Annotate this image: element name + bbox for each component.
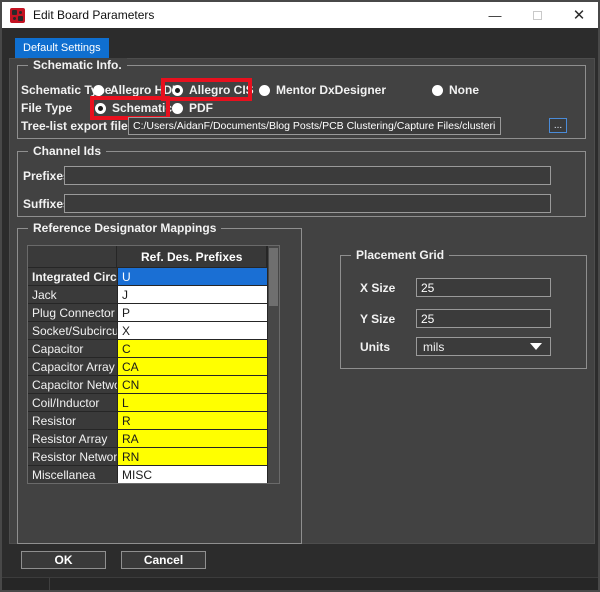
- tree-list-export-label: Tree-list export file: [21, 119, 128, 133]
- table-row[interactable]: Jack J: [28, 286, 279, 303]
- table-header-row: Ref. Des. Prefixes: [28, 246, 279, 267]
- prefix-cell[interactable]: RA: [118, 430, 268, 447]
- table-row[interactable]: Integrated Circ U: [28, 268, 279, 285]
- table-row[interactable]: Capacitor C: [28, 340, 279, 357]
- prefix-cell[interactable]: X: [118, 322, 268, 339]
- row-header[interactable]: Capacitor Netwo: [28, 376, 118, 393]
- row-header[interactable]: Resistor: [28, 412, 118, 429]
- schematic-info-group: Schematic Info. Schematic Type Allegro H…: [17, 58, 586, 139]
- file-type-label: File Type: [21, 101, 73, 115]
- window-title: Edit Board Parameters: [33, 8, 155, 22]
- x-size-label: X Size: [360, 281, 396, 295]
- tab-default-settings[interactable]: Default Settings: [15, 38, 109, 58]
- browse-button[interactable]: ...: [549, 118, 567, 133]
- prefix-cell[interactable]: L: [118, 394, 268, 411]
- radio-unselected-icon[interactable]: [432, 84, 443, 96]
- prefix-cell[interactable]: CN: [118, 376, 268, 393]
- ref-des-mappings-group: Reference Designator Mappings Ref. Des. …: [17, 221, 302, 544]
- table-row[interactable]: Resistor R: [28, 412, 279, 429]
- radio-unselected-icon[interactable]: [172, 102, 183, 114]
- row-header[interactable]: Jack: [28, 286, 118, 303]
- prefix-cell[interactable]: P: [118, 304, 268, 321]
- radio-label: Allegro HDL: [110, 83, 180, 97]
- radio-label: None: [449, 83, 479, 97]
- chevron-down-icon: [530, 343, 542, 350]
- radio-pdf[interactable]: PDF: [172, 101, 213, 115]
- radio-label: Schematic: [112, 101, 173, 115]
- channel-ids-group: Channel Ids Prefixes Suffixes: [17, 144, 586, 217]
- table-row[interactable]: Capacitor Array CA: [28, 358, 279, 375]
- row-header[interactable]: Coil/Inductor: [28, 394, 118, 411]
- radio-allegro-hdl[interactable]: Allegro HDL: [93, 83, 179, 97]
- prefix-cell[interactable]: C: [118, 340, 268, 357]
- close-icon[interactable]: ✕: [564, 2, 594, 28]
- table-corner-cell: [28, 246, 118, 267]
- row-header[interactable]: Capacitor Array: [28, 358, 118, 375]
- radio-schematic[interactable]: Schematic: [95, 101, 172, 115]
- ref-des-mappings-title: Reference Designator Mappings: [28, 221, 222, 235]
- default-settings-pane: Schematic Info. Schematic Type Allegro H…: [9, 58, 595, 544]
- minimize-icon[interactable]: —: [480, 2, 510, 28]
- ref-des-table: Ref. Des. Prefixes Integrated Circ U Jack J…: [27, 245, 280, 484]
- radio-label: Allegro CIS: [189, 83, 254, 97]
- maximize-icon: [522, 2, 552, 28]
- prefix-cell[interactable]: CA: [118, 358, 268, 375]
- table-row[interactable]: Capacitor Netwo CN: [28, 376, 279, 393]
- row-header[interactable]: Resistor Networ: [28, 448, 118, 465]
- tree-list-export-input[interactable]: [128, 117, 501, 135]
- row-header[interactable]: Integrated Circ: [28, 268, 118, 285]
- radio-selected-icon[interactable]: [95, 102, 106, 114]
- suffixes-input[interactable]: [64, 194, 551, 213]
- units-selected-value: mils: [423, 339, 445, 354]
- row-header[interactable]: Resistor Array: [28, 430, 118, 447]
- column-header[interactable]: Ref. Des. Prefixes: [117, 246, 267, 267]
- cancel-button[interactable]: Cancel: [121, 551, 206, 569]
- table-row[interactable]: Socket/Subcircu X: [28, 322, 279, 339]
- prefixes-label: Prefixes: [23, 169, 70, 183]
- channel-ids-title: Channel Ids: [28, 144, 107, 158]
- radio-selected-icon[interactable]: [172, 84, 183, 96]
- units-label: Units: [360, 340, 390, 354]
- radio-unselected-icon[interactable]: [93, 84, 104, 96]
- placement-grid-title: Placement Grid: [351, 248, 450, 262]
- schematic-info-title: Schematic Info.: [28, 58, 127, 72]
- radio-mentor-dxdesigner[interactable]: Mentor DxDesigner: [259, 83, 386, 97]
- prefix-cell[interactable]: R: [118, 412, 268, 429]
- prefix-cell[interactable]: MISC: [118, 466, 268, 483]
- y-size-label: Y Size: [360, 312, 396, 326]
- prefix-cell[interactable]: U: [118, 268, 268, 285]
- units-dropdown[interactable]: mils: [416, 337, 551, 356]
- row-header[interactable]: Capacitor: [28, 340, 118, 357]
- x-size-input[interactable]: [416, 278, 551, 297]
- table-row[interactable]: Resistor Networ RN: [28, 448, 279, 465]
- radio-none[interactable]: None: [432, 83, 479, 97]
- radio-label: Mentor DxDesigner: [276, 83, 387, 97]
- row-header[interactable]: Miscellanea: [28, 466, 118, 483]
- table-body: Integrated Circ U Jack J Plug Connector P Sock…: [28, 268, 279, 483]
- prefix-cell[interactable]: RN: [118, 448, 268, 465]
- status-strip-divider: [49, 578, 50, 590]
- radio-label: PDF: [189, 101, 213, 115]
- table-row[interactable]: Resistor Array RA: [28, 430, 279, 447]
- radio-allegro-cis[interactable]: Allegro CIS: [172, 83, 254, 97]
- edit-board-parameters-dialog: Edit Board Parameters — ✕ Default Settin…: [0, 0, 600, 592]
- bottom-status-strip: [2, 577, 598, 590]
- y-size-input[interactable]: [416, 309, 551, 328]
- ok-button[interactable]: OK: [21, 551, 106, 569]
- placement-grid-group: Placement Grid X Size Y Size Units mils: [340, 248, 587, 369]
- prefix-cell[interactable]: J: [118, 286, 268, 303]
- table-row[interactable]: Miscellanea MISC: [28, 466, 279, 483]
- row-header[interactable]: Plug Connector: [28, 304, 118, 321]
- vertical-scrollbar[interactable]: [267, 246, 279, 483]
- app-icon: [10, 7, 25, 23]
- scrollbar-thumb[interactable]: [269, 248, 278, 306]
- table-row[interactable]: Coil/Inductor L: [28, 394, 279, 411]
- prefixes-input[interactable]: [64, 166, 551, 185]
- table-row[interactable]: Plug Connector P: [28, 304, 279, 321]
- radio-unselected-icon[interactable]: [259, 84, 270, 96]
- suffixes-label: Suffixes: [23, 197, 70, 211]
- row-header[interactable]: Socket/Subcircu: [28, 322, 118, 339]
